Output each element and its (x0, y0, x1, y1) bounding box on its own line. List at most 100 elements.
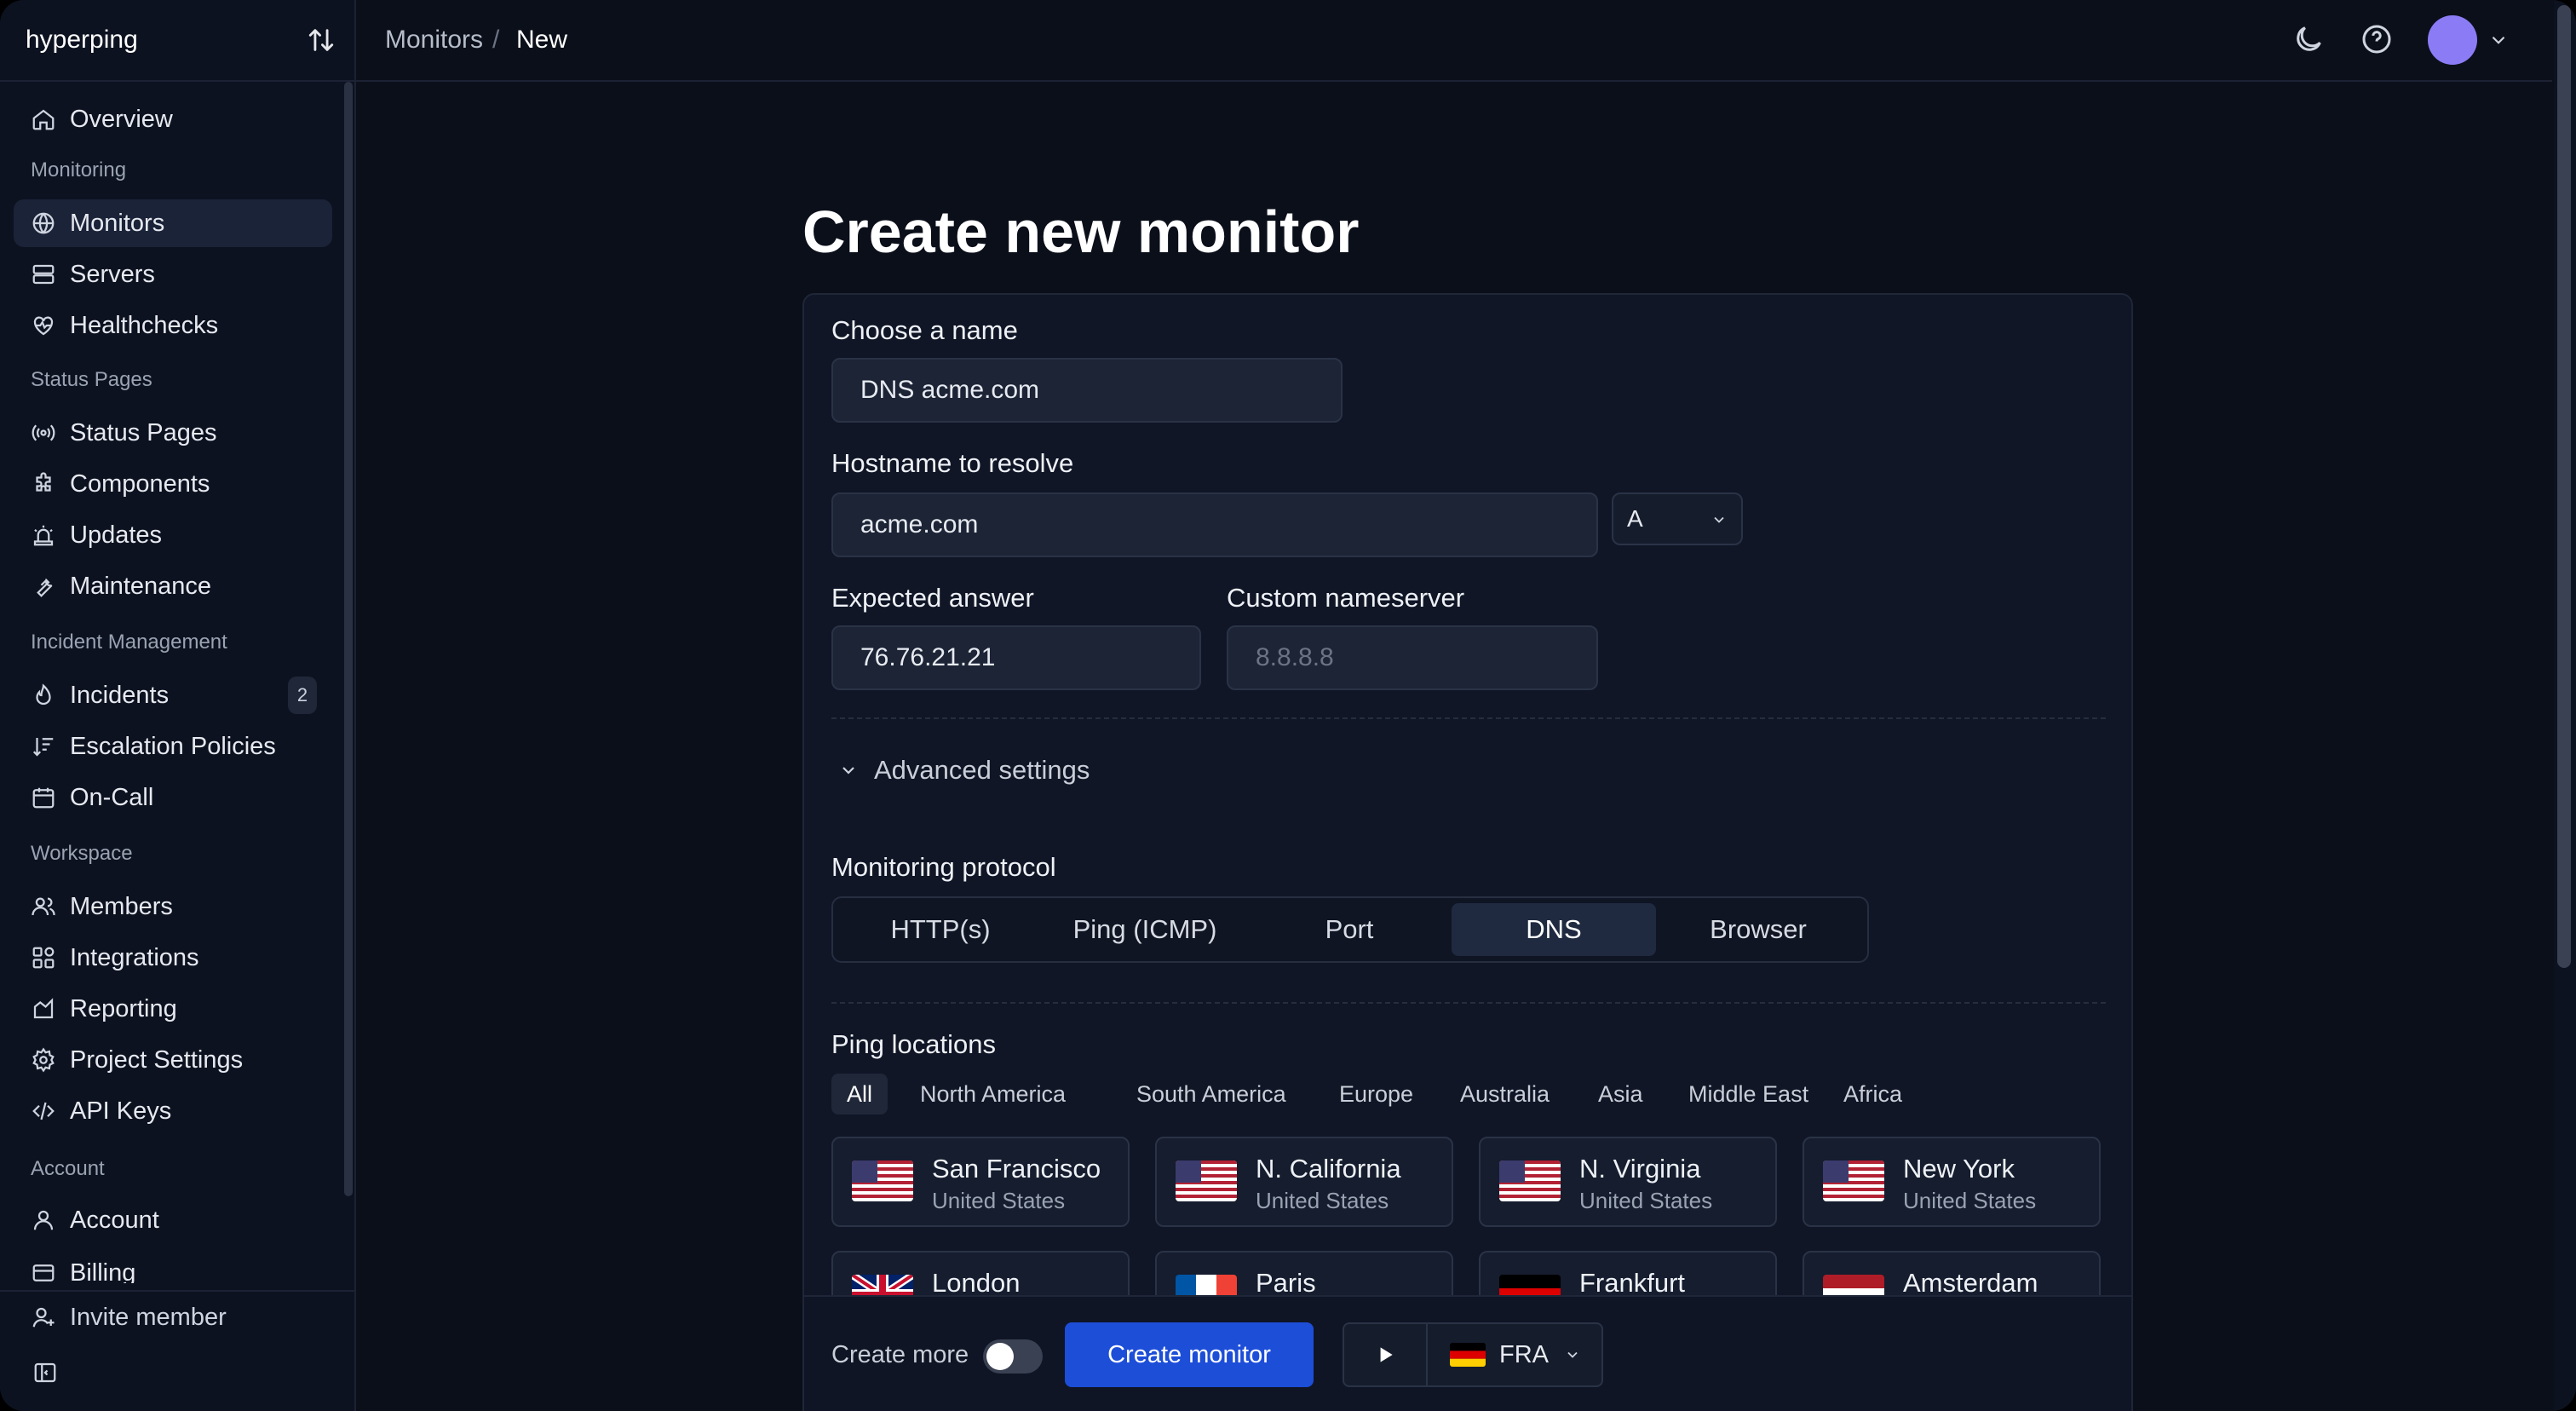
sidebar-item-account[interactable]: Account (14, 1196, 332, 1244)
sidebar-item-billing[interactable]: Billing (14, 1249, 332, 1283)
create-more-label: Create more (831, 1341, 969, 1368)
protocol-http[interactable]: HTTP(s) (838, 903, 1043, 956)
expected-answer-input[interactable]: 76.76.21.21 (831, 625, 1201, 690)
sidebar-item-label: Incidents (70, 681, 170, 709)
sidebar-item-reporting[interactable]: Reporting (14, 985, 332, 1033)
advanced-settings-toggle[interactable]: Advanced settings (838, 755, 1090, 786)
blocks-icon (32, 947, 55, 969)
breadcrumb-monitors[interactable]: Monitors (385, 26, 483, 55)
region-tab-africa[interactable]: Africa (1828, 1074, 1918, 1114)
location-card[interactable]: New York United States (1803, 1137, 2101, 1227)
us-flag-icon (852, 1160, 913, 1201)
location-card[interactable]: N. Virginia United States (1479, 1137, 1777, 1227)
location-card[interactable]: San Francisco United States (831, 1137, 1130, 1227)
region-tab-south-america[interactable]: South America (1121, 1074, 1302, 1114)
sidebar-item-updates[interactable]: Updates (14, 511, 332, 559)
create-more-toggle[interactable] (983, 1339, 1043, 1374)
sidebar-item-label: Members (70, 892, 173, 920)
heart-pulse-icon (33, 316, 54, 336)
sidebar-item-status-pages[interactable]: Status Pages (14, 409, 332, 457)
chevron-down-icon[interactable] (2487, 29, 2510, 51)
chevron-down-icon (1567, 1351, 1578, 1358)
page-scrollbar[interactable] (2557, 5, 2571, 968)
siren-icon (33, 525, 54, 546)
region-tab-europe[interactable]: Europe (1324, 1074, 1429, 1114)
protocol-dns[interactable]: DNS (1452, 903, 1656, 956)
region-tab-middle-east[interactable]: Middle East (1673, 1074, 1824, 1114)
sidebar-item-components[interactable]: Components (14, 460, 332, 508)
section-account: Account (31, 1157, 105, 1180)
create-monitor-button[interactable]: Create monitor (1065, 1322, 1314, 1387)
test-region-select[interactable]: FRA (1428, 1324, 1603, 1385)
nameserver-input[interactable]: 8.8.8.8 (1227, 625, 1598, 690)
sidebar: hyperping Overview Monitoring Monitors S… (0, 0, 356, 1411)
collapse-sidebar-icon[interactable] (32, 1360, 58, 1385)
location-city: N. California (1256, 1154, 1401, 1184)
region-tab-north-america[interactable]: North America (905, 1074, 1081, 1114)
run-test-button[interactable] (1344, 1324, 1428, 1385)
sidebar-item-integrations[interactable]: Integrations (14, 934, 332, 982)
sidebar-item-project-settings[interactable]: Project Settings (14, 1036, 332, 1084)
protocol-browser[interactable]: Browser (1656, 903, 1860, 956)
hostname-label: Hostname to resolve (831, 448, 1074, 478)
monitor-form-card: Choose a name DNS acme.com Hostname to r… (802, 293, 2133, 1411)
location-city: N. Virginia (1579, 1154, 1701, 1184)
divider (831, 717, 2106, 719)
region-tab-all[interactable]: All (831, 1074, 888, 1114)
broadcast-icon (32, 424, 55, 441)
sort-descending-icon (32, 738, 54, 757)
moon-icon[interactable] (2291, 22, 2326, 56)
sidebar-item-servers[interactable]: Servers (14, 251, 332, 298)
help-icon[interactable] (2360, 22, 2394, 56)
switch-project-icon[interactable] (307, 26, 336, 55)
sidebar-item-monitors[interactable]: Monitors (14, 199, 332, 247)
protocol-port[interactable]: Port (1247, 903, 1452, 956)
sidebar-item-label: Healthchecks (70, 311, 219, 339)
sidebar-item-label: Integrations (70, 943, 199, 971)
sidebar-item-api-keys[interactable]: API Keys (14, 1087, 332, 1135)
sidebar-clip: Billing (0, 1249, 341, 1283)
sidebar-item-label: Account (70, 1206, 159, 1234)
divider (831, 1002, 2106, 1004)
hostname-input[interactable]: acme.com (831, 492, 1598, 557)
monitor-name-input[interactable]: DNS acme.com (831, 358, 1343, 423)
location-country: United States (932, 1188, 1066, 1213)
avatar[interactable] (2428, 15, 2477, 65)
invite-member-button[interactable]: Invite member (14, 1293, 332, 1341)
location-city: London (932, 1268, 1021, 1298)
sidebar-item-label: Updates (70, 521, 163, 549)
record-type-select[interactable]: A (1612, 492, 1743, 545)
sidebar-item-maintenance[interactable]: Maintenance (14, 562, 332, 610)
section-workspace: Workspace (31, 842, 133, 865)
sidebar-item-incidents[interactable]: Incidents 2 (14, 671, 332, 719)
protocol-ping[interactable]: Ping (ICMP) (1043, 903, 1247, 956)
record-type-value: A (1627, 505, 1643, 532)
sidebar-scrollbar[interactable] (344, 82, 353, 1196)
location-card[interactable]: N. California United States (1155, 1137, 1453, 1227)
location-country: United States (1256, 1188, 1389, 1213)
user-icon (33, 1210, 54, 1230)
sidebar-item-on-call[interactable]: On-Call (14, 774, 332, 821)
section-monitoring: Monitoring (31, 158, 127, 181)
location-city: Amsterdam (1903, 1268, 2038, 1298)
section-status-pages: Status Pages (31, 368, 152, 391)
calendar-icon (32, 787, 55, 809)
location-city: New York (1903, 1154, 2015, 1184)
divider (0, 80, 356, 82)
region-tab-australia[interactable]: Australia (1445, 1074, 1565, 1114)
region-tab-asia[interactable]: Asia (1583, 1074, 1659, 1114)
sidebar-item-escalation-policies[interactable]: Escalation Policies (14, 723, 332, 770)
advanced-settings-label: Advanced settings (874, 755, 1090, 785)
sidebar-item-members[interactable]: Members (14, 883, 332, 930)
location-city: Paris (1256, 1268, 1316, 1298)
top-bar: Monitors / New (356, 0, 2552, 82)
breadcrumb-separator: / (492, 26, 500, 54)
sidebar-item-label: Overview (70, 105, 173, 133)
breadcrumb-current: New (516, 26, 568, 54)
app-window: hyperping Overview Monitoring Monitors S… (0, 0, 2576, 1411)
expected-answer-label: Expected answer (831, 583, 1034, 613)
sidebar-item-label: Monitors (70, 209, 165, 237)
sidebar-item-healthchecks[interactable]: Healthchecks (14, 302, 332, 349)
sidebar-item-overview[interactable]: Overview (14, 95, 332, 143)
sidebar-item-label: Billing (70, 1258, 136, 1284)
